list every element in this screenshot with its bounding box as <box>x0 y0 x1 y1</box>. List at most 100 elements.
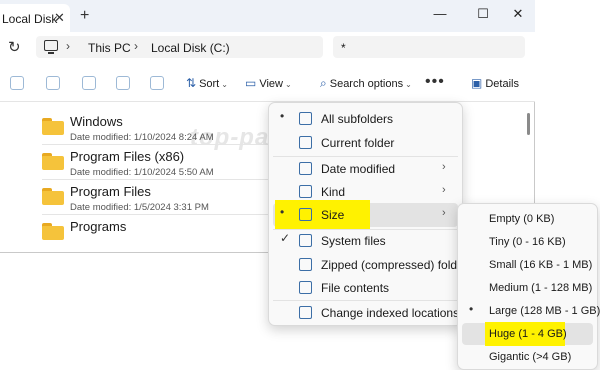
details-pane-icon: ▣ <box>471 76 483 90</box>
menu-item-system-files[interactable]: ✓ System files <box>273 229 458 253</box>
chevron-down-icon: ⌄ <box>221 80 228 89</box>
selected-dot-icon: • <box>280 205 285 219</box>
copy-icon[interactable] <box>46 76 60 90</box>
search-box[interactable]: * <box>333 36 525 58</box>
share-icon[interactable] <box>116 76 130 90</box>
list-item[interactable]: Programs <box>0 215 270 250</box>
list-item[interactable]: Program Files Date modified: 1/5/2024 3:… <box>0 180 270 215</box>
size-option-huge[interactable]: Huge (1 - 4 GB) <box>462 322 593 346</box>
sort-icon: ⇅ <box>186 76 197 90</box>
menu-item-label: File contents <box>321 281 390 295</box>
index-locations-icon <box>299 306 312 319</box>
size-option-gigantic[interactable]: Gigantic (>4 GB) <box>462 346 593 368</box>
size-submenu: Empty (0 KB) Tiny (0 - 16 KB) Small (16 … <box>457 203 600 370</box>
size-option-small[interactable]: Small (16 KB - 1 MB) <box>462 254 593 276</box>
address-bar-row: ↻ › This PC › Local Disk (C:) * <box>0 32 535 62</box>
menu-item-zipped-folders[interactable]: Zipped (compressed) folders <box>273 253 474 277</box>
size-option-tiny[interactable]: Tiny (0 - 16 KB) <box>462 231 593 253</box>
new-tab-icon[interactable]: + <box>80 7 89 25</box>
size-option-label: Huge (1 - 4 GB) <box>489 328 567 340</box>
selected-dot-icon: • <box>469 302 474 316</box>
view-button[interactable]: ▭ View ⌄ <box>245 76 292 90</box>
folder-icon <box>42 118 64 135</box>
maximize-icon[interactable]: ☐ <box>473 6 493 22</box>
refresh-icon[interactable]: ↻ <box>8 38 21 56</box>
file-date-modified: Date modified: 1/10/2024 8:24 AM <box>70 132 214 143</box>
file-name: Windows <box>70 114 123 129</box>
menu-item-current-folder[interactable]: Current folder <box>273 131 458 155</box>
file-name: Programs <box>70 219 127 234</box>
selected-dot-icon: • <box>280 109 285 123</box>
menu-item-size[interactable]: • Size › <box>273 200 458 229</box>
chevron-right-icon: › <box>442 184 446 196</box>
menu-item-label: Kind <box>321 185 346 199</box>
zip-folder-icon <box>299 258 312 271</box>
new-item-icon[interactable] <box>10 76 24 90</box>
menu-item-label: System files <box>321 234 386 248</box>
sort-label: Sort <box>199 78 220 90</box>
computer-icon <box>44 40 58 54</box>
file-name: Program Files <box>70 184 151 199</box>
search-icon: ⌕ <box>320 76 327 90</box>
folder-icon <box>42 223 64 240</box>
breadcrumb-chevron-icon: › <box>134 39 138 53</box>
menu-item-file-contents[interactable]: File contents <box>273 276 458 300</box>
menu-item-label: Zipped (compressed) folders <box>321 258 474 272</box>
size-option-empty[interactable]: Empty (0 KB) <box>462 208 593 230</box>
tab-label: Local Disk <box>2 12 58 26</box>
menu-item-label: Change indexed locations <box>321 306 460 320</box>
size-option-label: Tiny (0 - 16 KB) <box>489 236 566 248</box>
calendar-icon <box>299 162 312 175</box>
search-options-button[interactable]: ⌕ Search options ⌄ <box>320 76 412 91</box>
breadcrumb-local-disk[interactable]: Local Disk (C:) <box>151 41 230 55</box>
menu-item-date-modified[interactable]: Date modified › <box>273 157 458 181</box>
size-icon <box>299 208 312 221</box>
breadcrumb-chevron-icon: › <box>66 39 70 53</box>
menu-item-label: Size <box>321 208 345 222</box>
size-option-label: Gigantic (>4 GB) <box>489 351 572 363</box>
size-option-label: Small (16 KB - 1 MB) <box>489 259 593 271</box>
kind-icon <box>299 185 312 198</box>
folder-icon <box>42 153 64 170</box>
address-bar[interactable]: › This PC › Local Disk (C:) <box>36 36 323 58</box>
file-date-modified: Date modified: 1/5/2024 3:31 PM <box>70 202 209 213</box>
checkmark-icon: ✓ <box>280 231 291 245</box>
subfolders-icon <box>299 112 312 125</box>
menu-item-label: All subfolders <box>321 112 394 126</box>
size-option-label: Medium (1 - 128 MB) <box>489 282 593 294</box>
search-input-value: * <box>341 41 346 55</box>
details-button[interactable]: ▣ Details <box>471 76 519 90</box>
size-option-medium[interactable]: Medium (1 - 128 MB) <box>462 277 593 299</box>
breadcrumb-this-pc[interactable]: This PC <box>88 41 131 55</box>
view-icon: ▭ <box>245 76 257 90</box>
chevron-right-icon: › <box>442 207 446 219</box>
size-option-large[interactable]: • Large (128 MB - 1 GB) <box>462 300 600 322</box>
chevron-right-icon: › <box>442 161 446 173</box>
menu-item-all-subfolders[interactable]: • All subfolders <box>273 107 458 131</box>
more-options-icon[interactable]: ••• <box>425 73 445 91</box>
minimize-icon[interactable]: — <box>430 6 450 21</box>
search-options-label: Search options <box>329 78 404 90</box>
search-options-menu: • All subfolders Current folder Date mod… <box>268 102 474 326</box>
folder-icon <box>299 136 312 149</box>
menu-item-change-indexed-locations[interactable]: Change indexed locations <box>273 301 460 325</box>
file-name: Program Files (x86) <box>70 149 185 164</box>
details-label: Details <box>485 78 519 90</box>
list-item[interactable]: Program Files (x86) Date modified: 1/10/… <box>0 145 270 180</box>
menu-item-label: Current folder <box>321 136 395 150</box>
file-contents-icon <box>299 281 312 294</box>
file-date-modified: Date modified: 1/10/2024 5:50 AM <box>70 167 214 178</box>
sort-button[interactable]: ⇅ Sort ⌄ <box>186 76 228 90</box>
menu-item-label: Date modified <box>321 162 396 176</box>
delete-icon[interactable] <box>150 76 164 90</box>
list-item[interactable]: Windows Date modified: 1/10/2024 8:24 AM <box>0 110 270 145</box>
system-files-icon <box>299 234 312 247</box>
scrollbar-thumb[interactable] <box>527 113 530 135</box>
size-option-label: Empty (0 KB) <box>489 213 555 225</box>
command-bar: top-password.com ⇅Sort⌄ ▭View⌄ ⌕Search o… <box>0 62 535 151</box>
tab-close-icon[interactable]: ✕ <box>54 10 65 26</box>
title-bar: Local Disk ✕ + — ☐ ✕ <box>0 0 535 32</box>
close-window-icon[interactable]: ✕ <box>508 6 528 22</box>
tab-local-disk[interactable]: Local Disk ✕ <box>0 4 70 32</box>
rename-icon[interactable] <box>82 76 96 90</box>
